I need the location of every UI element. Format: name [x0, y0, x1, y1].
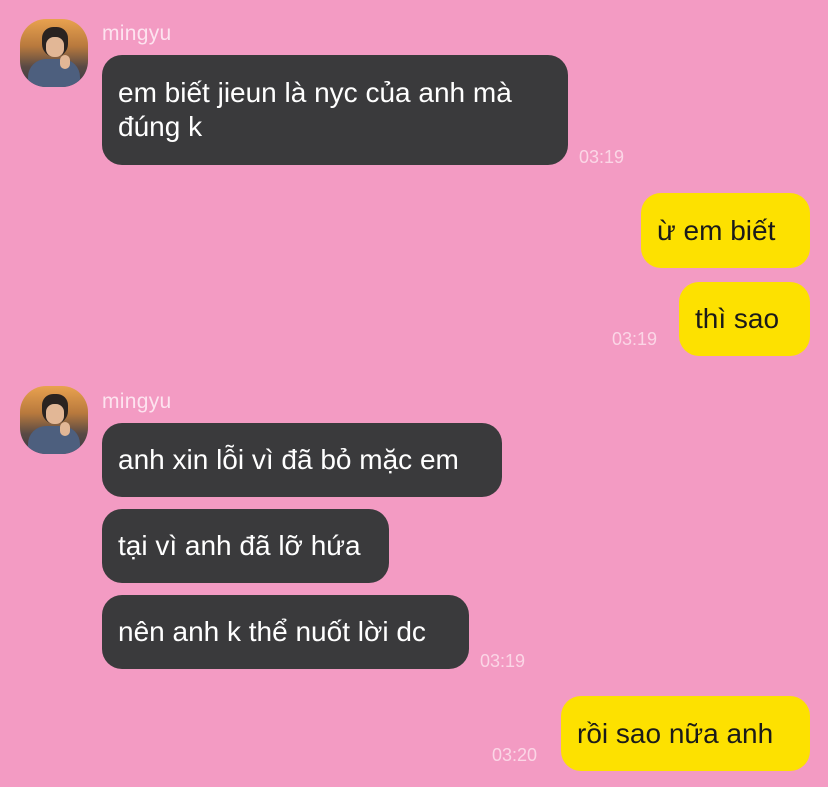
avatar-face [46, 404, 64, 424]
avatar-hand [60, 422, 70, 436]
avatar-face [46, 37, 64, 57]
message-bubble-incoming[interactable]: anh xin lỗi vì đã bỏ mặc em [102, 423, 502, 497]
message-bubble-outgoing[interactable]: rồi sao nữa anh [561, 696, 810, 771]
avatar-body [28, 59, 80, 87]
contact-avatar[interactable] [20, 386, 88, 454]
contact-avatar[interactable] [20, 19, 88, 87]
avatar-hand [60, 55, 70, 69]
message-timestamp: 03:19 [480, 651, 526, 671]
message-bubble-outgoing[interactable]: thì sao [679, 282, 810, 356]
message-bubble-incoming[interactable]: tại vì anh đã lỡ hứa [102, 509, 389, 583]
sender-name: mingyu [102, 22, 172, 45]
message-timestamp: 03:19 [579, 147, 625, 167]
message-bubble-incoming[interactable]: nên anh k thể nuốt lời dc [102, 595, 469, 669]
message-bubble-outgoing[interactable]: ừ em biết [641, 193, 810, 268]
message-timestamp: 03:19 [612, 329, 658, 349]
message-bubble-incoming[interactable]: em biết jieun là nyc của anh mà đúng k [102, 55, 568, 165]
sender-name: mingyu [102, 390, 172, 413]
message-timestamp: 03:20 [492, 745, 538, 765]
avatar-body [28, 426, 80, 454]
